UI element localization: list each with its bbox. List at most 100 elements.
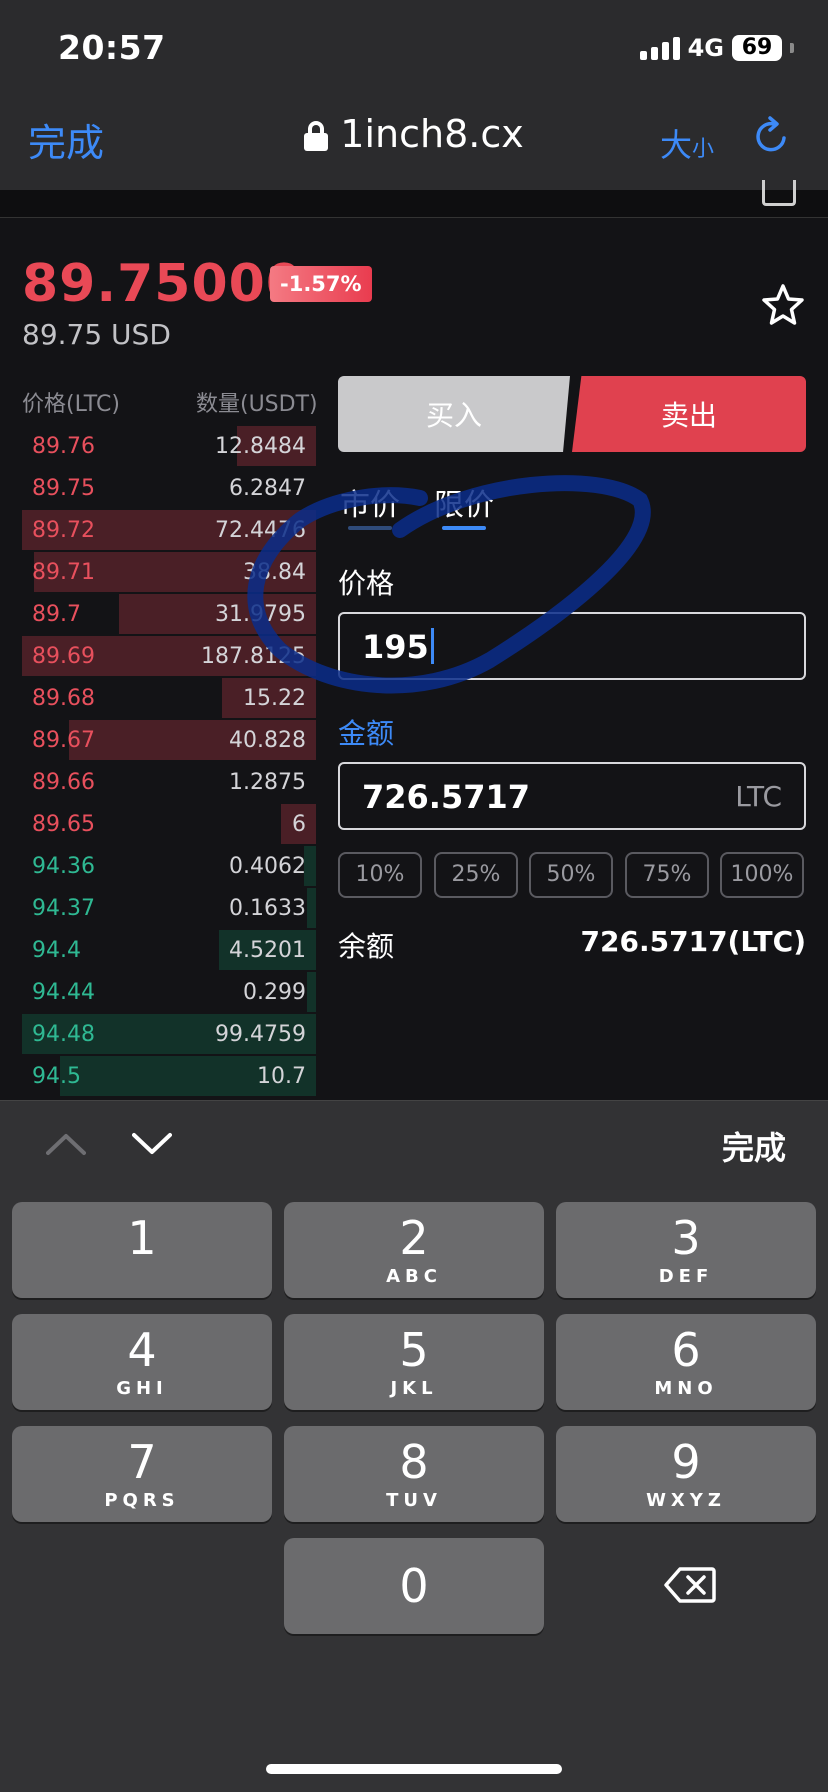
ask-row[interactable]: 89.68 15.22 — [22, 678, 316, 720]
key-7[interactable]: 7 PQRS — [12, 1426, 272, 1522]
ask-row[interactable]: 89.69 187.8125 — [22, 636, 316, 678]
key-letters: TUV — [386, 1490, 442, 1511]
next-field-icon[interactable] — [132, 1131, 172, 1157]
buy-tab[interactable]: 买入 — [338, 376, 570, 452]
reload-icon[interactable] — [752, 116, 792, 156]
bid-row[interactable]: 94.44 0.299 — [22, 972, 316, 1014]
key-digit: 7 — [127, 1435, 157, 1489]
order-qty: 12.8484 — [215, 434, 306, 459]
order-price: 94.4 — [32, 938, 81, 963]
bid-row[interactable]: 94.36 0.4062 — [22, 846, 316, 888]
key-letters: MNO — [654, 1378, 718, 1399]
key-letters: ABC — [386, 1266, 442, 1287]
ask-row[interactable]: 89.67 40.828 — [22, 720, 316, 762]
network-type: 4G — [687, 34, 724, 62]
key-digit: 2 — [399, 1211, 429, 1265]
price-input[interactable]: 195 — [338, 612, 806, 680]
order-price: 89.67 — [32, 728, 95, 753]
order-price: 94.36 — [32, 854, 95, 879]
limit-tab-underline — [442, 526, 486, 530]
key-digit: 0 — [399, 1559, 429, 1613]
key-letters: DEF — [658, 1266, 714, 1287]
order-price: 89.75 — [32, 476, 95, 501]
order-price: 89.69 — [32, 644, 95, 669]
order-qty: 40.828 — [229, 728, 306, 753]
key-letters: JKL — [390, 1378, 438, 1399]
top-strip — [0, 180, 828, 218]
order-qty: 4.5201 — [229, 938, 306, 963]
key-digit: 8 — [399, 1435, 429, 1489]
order-qty: 10.7 — [257, 1064, 306, 1089]
price-label: 价格 — [338, 567, 395, 600]
ask-row[interactable]: 89.66 1.2875 — [22, 762, 316, 804]
bid-row[interactable]: 94.5 10.7 — [22, 1056, 316, 1098]
bid-row[interactable]: 94.37 0.1633 — [22, 888, 316, 930]
order-price: 89.68 — [32, 686, 95, 711]
percent-10-button[interactable]: 10% — [338, 852, 422, 898]
key-digit: 3 — [671, 1211, 701, 1265]
order-qty: 1.2875 — [229, 770, 306, 795]
battery-icon: 69 — [732, 35, 782, 61]
depth-bar — [307, 888, 316, 928]
percent-100-button[interactable]: 100% — [720, 852, 804, 898]
browser-chrome: 20:57 4G 69 完成 1inch8.cx 大小 — [0, 0, 828, 190]
amount-input-value: 726.5717 — [362, 778, 531, 816]
order-qty: 15.22 — [243, 686, 306, 711]
keyboard-accessory-bar: 完成 — [0, 1100, 828, 1190]
order-price: 89.71 — [32, 560, 95, 585]
percent-75-button[interactable]: 75% — [625, 852, 709, 898]
order-qty: 72.4476 — [215, 518, 306, 543]
order-qty: 0.299 — [243, 980, 306, 1005]
amount-input[interactable]: 726.5717 LTC — [338, 762, 806, 830]
order-price: 89.72 — [32, 518, 95, 543]
market-order-tab[interactable]: 市价 — [340, 480, 400, 524]
key-4[interactable]: 4 GHI — [12, 1314, 272, 1410]
limit-order-tab[interactable]: 限价 — [434, 480, 494, 524]
ask-row[interactable]: 89.71 38.84 — [22, 552, 316, 594]
keyboard-done-button[interactable]: 完成 — [722, 1123, 786, 1169]
amount-label: 金额 — [338, 717, 395, 750]
order-book: 89.76 12.8484 89.75 6.2847 89.72 72.4476 89.71… — [22, 426, 316, 1098]
key-6[interactable]: 6 MNO — [556, 1314, 816, 1410]
percent-50-button[interactable]: 50% — [529, 852, 613, 898]
order-qty: 6 — [292, 812, 306, 837]
ask-row[interactable]: 89.72 72.4476 — [22, 510, 316, 552]
order-qty: 187.8125 — [201, 644, 306, 669]
key-1[interactable]: 1 — [12, 1202, 272, 1298]
bid-row[interactable]: 94.4 4.5201 — [22, 930, 316, 972]
key-letters: GHI — [116, 1378, 168, 1399]
home-indicator — [266, 1764, 562, 1774]
status-time: 20:57 — [58, 28, 166, 67]
key-2[interactable]: 2 ABC — [284, 1202, 544, 1298]
key-9[interactable]: 9 WXYZ — [556, 1426, 816, 1522]
key-0[interactable]: 0 — [284, 1538, 544, 1634]
key-8[interactable]: 8 TUV — [284, 1426, 544, 1522]
previous-field-icon[interactable] — [46, 1131, 86, 1157]
balance-label: 余额 — [338, 930, 395, 963]
cellular-signal-icon — [639, 36, 680, 60]
percent-25-button[interactable]: 25% — [434, 852, 518, 898]
ask-row[interactable]: 89.76 12.8484 — [22, 426, 316, 468]
price-usd: 89.75 USD — [22, 318, 171, 351]
favorite-star-icon[interactable] — [760, 282, 806, 328]
orderbook-price-header: 价格(LTC) — [22, 392, 120, 417]
sell-tab[interactable]: 卖出 — [572, 376, 806, 452]
order-qty: 38.84 — [243, 560, 306, 585]
amount-unit: LTC — [735, 780, 782, 813]
text-caret — [430, 628, 434, 664]
battery-tip — [790, 43, 794, 53]
text-size-button[interactable]: 大小 — [660, 120, 714, 166]
lock-icon — [304, 121, 329, 151]
key-5[interactable]: 5 JKL — [284, 1314, 544, 1410]
backspace-icon[interactable] — [664, 1566, 716, 1604]
ask-row[interactable]: 89.7 31.9795 — [22, 594, 316, 636]
ask-row[interactable]: 89.75 6.2847 — [22, 468, 316, 510]
key-3[interactable]: 3 DEF — [556, 1202, 816, 1298]
order-price: 94.5 — [32, 1064, 81, 1089]
text-size-small: 小 — [692, 137, 715, 162]
key-digit: 4 — [127, 1323, 157, 1377]
ask-row[interactable]: 89.65 6 — [22, 804, 316, 846]
menu-icon[interactable] — [762, 180, 796, 206]
bid-row[interactable]: 94.48 99.4759 — [22, 1014, 316, 1056]
change-badge: -1.57% — [270, 266, 372, 302]
